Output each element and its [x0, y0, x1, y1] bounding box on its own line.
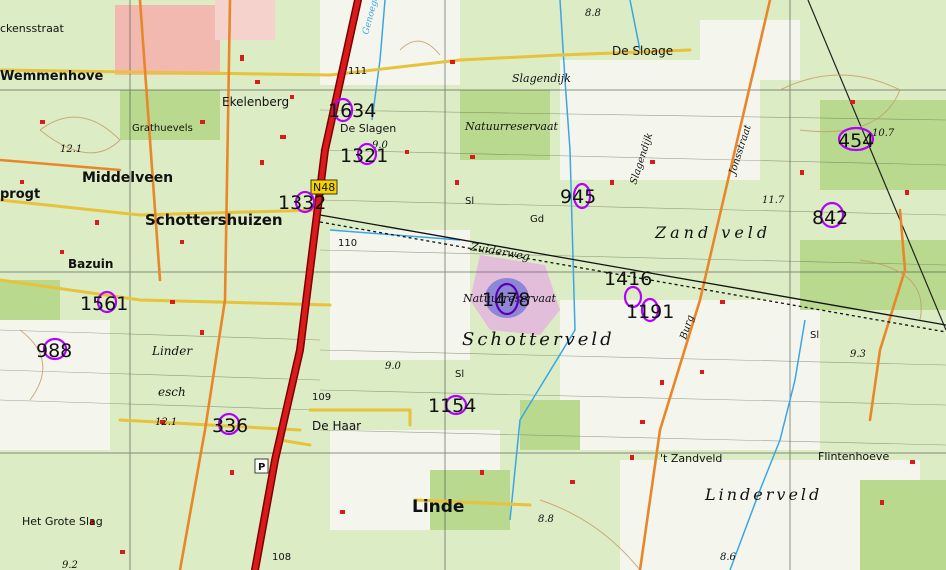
marker-label: 1634 — [328, 100, 376, 122]
label-r110: 110 — [338, 238, 357, 249]
label-p: P — [258, 462, 265, 473]
elev-11-7: 11.7 — [762, 195, 785, 206]
marker-label: 1561 — [80, 293, 128, 315]
label-r109: 109 — [312, 392, 331, 403]
marker-label: 945 — [560, 186, 596, 208]
marker-label: 1191 — [626, 301, 674, 323]
marker-label: 1321 — [340, 145, 388, 167]
label-r108: 108 — [272, 552, 291, 563]
label-de-slagen: De Slagen — [340, 122, 396, 135]
marker-label: 1154 — [428, 395, 476, 417]
label-grathuevels: Grathuevels — [132, 123, 193, 134]
label-progt: progt — [0, 187, 40, 202]
elev-9-2: 9.2 — [62, 560, 78, 570]
label-natuurreservaat-1: Natuurreservaat — [464, 120, 559, 133]
label-het-grote-slag: Het Grote Slag — [22, 515, 103, 528]
label-wemmenhove: Wemmenhove — [0, 69, 104, 84]
marker-1332[interactable]: 1332 — [278, 190, 326, 214]
label-gd: Gd — [530, 214, 544, 225]
label-zandveld: Zand veld — [654, 223, 771, 242]
marker-945[interactable]: 945 — [560, 182, 596, 210]
marker-1154[interactable]: 1154 — [428, 394, 476, 417]
marker-label: 1416 — [604, 268, 652, 290]
label-tzandveld: 't Zandveld — [660, 452, 722, 465]
elev-12-1-b: 12.1 — [155, 417, 177, 428]
elev-12-1: 12.1 — [60, 144, 82, 155]
label-schottershuizen: Schottershuizen — [145, 211, 283, 229]
marker-1561[interactable]: 1561 — [80, 290, 128, 315]
marker-1478[interactable]: 1478 — [482, 282, 530, 316]
marker-label: 988 — [36, 340, 72, 362]
elev-9-3: 9.3 — [850, 349, 866, 360]
label-middelveen: Middelveen — [82, 170, 173, 186]
marker-1321[interactable]: 1321 — [340, 142, 388, 167]
label-esch: esch — [158, 385, 186, 399]
marker-label: 1332 — [278, 192, 326, 214]
label-kerkenstraat: ckensstraat — [0, 22, 65, 35]
label-linder: Linder — [151, 344, 193, 358]
label-slagendijk: Slagendijk — [512, 72, 571, 85]
elev-10-7: 10.7 — [872, 128, 895, 139]
marker-label: 454 — [838, 130, 874, 152]
label-linderveld: Linderveld — [704, 485, 822, 504]
elev-8-6: 8.6 — [720, 552, 737, 563]
label-de-sloage: De Sloage — [612, 44, 673, 58]
topographic-map[interactable]: ckensstraat Wemmenhove Ekelenberg De Sla… — [0, 0, 946, 570]
label-ekelenberg: Ekelenberg — [222, 95, 289, 109]
elev-8-8-bot: 8.8 — [538, 514, 554, 525]
label-de-haar: De Haar — [312, 419, 361, 433]
marker-336[interactable]: 336 — [212, 412, 248, 437]
marker-1191[interactable]: 1191 — [626, 297, 674, 323]
label-sl-2: Sl — [455, 369, 464, 380]
marker-1634[interactable]: 1634 — [328, 97, 376, 123]
label-flintenhoeve: Flintenhoeve — [818, 450, 889, 463]
marker-label: 842 — [812, 207, 848, 229]
label-sl-3: Sl — [810, 330, 819, 341]
marker-988[interactable]: 988 — [36, 337, 72, 362]
marker-842[interactable]: 842 — [812, 201, 848, 229]
label-sl-1: Sl — [465, 196, 474, 207]
marker-454[interactable]: 454 — [837, 126, 874, 152]
label-linde: Linde — [412, 497, 464, 517]
label-r111: 111 — [348, 66, 367, 77]
label-bazuin: Bazuin — [68, 257, 113, 271]
elev-9-0-mid: 9.0 — [385, 361, 402, 372]
marker-label: 336 — [212, 415, 248, 437]
label-schotterveld: Schotterveld — [462, 329, 615, 350]
marker-label: 1478 — [482, 289, 530, 311]
elev-8-8-top: 8.8 — [585, 8, 601, 19]
